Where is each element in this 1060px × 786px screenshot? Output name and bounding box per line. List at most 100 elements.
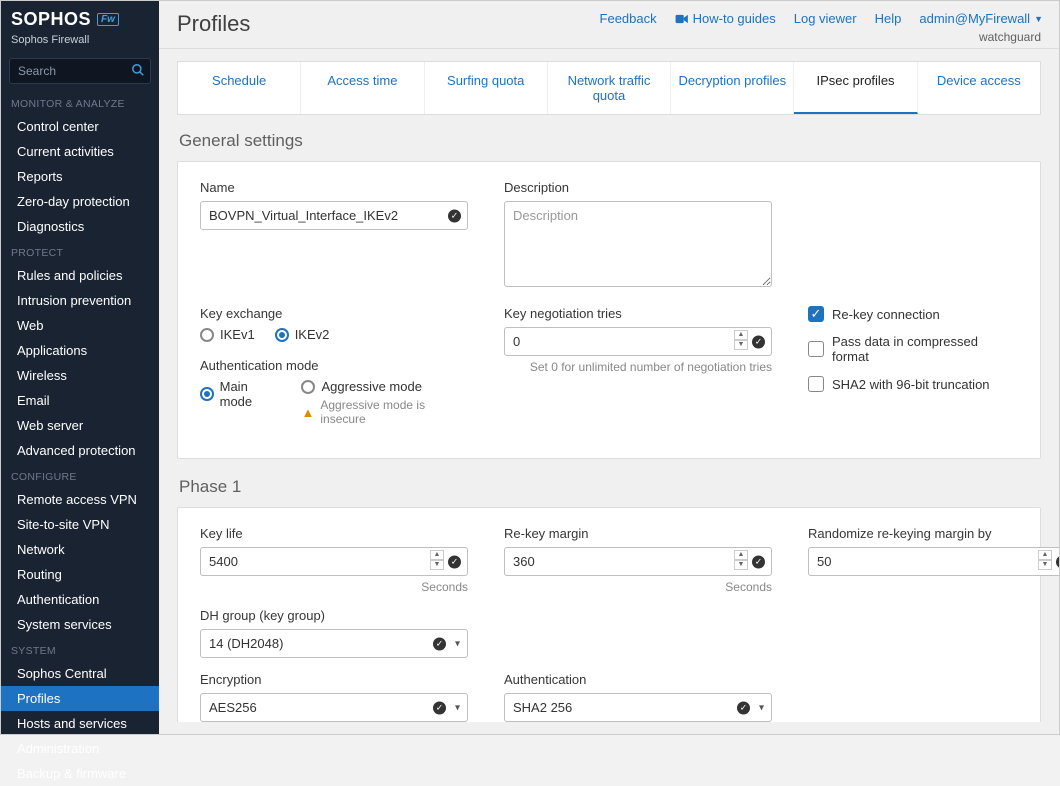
spinner[interactable]: ▲▼ [734, 550, 748, 570]
tab-ipsec-profiles[interactable]: IPsec profiles [794, 62, 917, 114]
radio-aggressive-mode[interactable]: Aggressive mode [301, 379, 468, 394]
search-input[interactable] [9, 58, 151, 84]
sidebar-item-remote-access-vpn[interactable]: Remote access VPN [1, 487, 159, 512]
check-icon: ✓ [448, 555, 461, 568]
main: Profiles Feedback How-to guides Log view… [159, 1, 1059, 734]
check-icon: ✓ [433, 701, 446, 714]
sidebar-item-advanced-protection[interactable]: Advanced protection [1, 438, 159, 463]
radio-icon [200, 328, 214, 342]
sidebar-item-diagnostics[interactable]: Diagnostics [1, 214, 159, 239]
tabs: ScheduleAccess timeSurfing quotaNetwork … [177, 61, 1041, 115]
key-neg-label: Key negotiation tries [504, 306, 772, 321]
nav-section-title: PROTECT [1, 239, 159, 263]
nav-section-title: CONFIGURE [1, 463, 159, 487]
sidebar-item-routing[interactable]: Routing [1, 562, 159, 587]
logo: SOPHOS Fw [1, 1, 159, 34]
description-label: Description [504, 180, 772, 195]
tab-decryption-profiles[interactable]: Decryption profiles [671, 62, 794, 114]
check-icon: ✓ [752, 335, 765, 348]
keylife-input[interactable] [200, 547, 468, 576]
auth-mode-label: Authentication mode [200, 358, 468, 373]
key-neg-hint: Set 0 for unlimited number of negotiatio… [504, 360, 772, 374]
tab-device-access[interactable]: Device access [918, 62, 1040, 114]
user-menu[interactable]: admin@MyFirewall ▼ [919, 11, 1043, 26]
tab-access-time[interactable]: Access time [301, 62, 424, 114]
sidebar-item-reports[interactable]: Reports [1, 164, 159, 189]
key-neg-input[interactable] [504, 327, 772, 356]
name-label: Name [200, 180, 468, 195]
page-title: Profiles [177, 11, 250, 37]
feedback-link[interactable]: Feedback [600, 11, 657, 26]
tab-network-traffic-quota[interactable]: Network traffic quota [548, 62, 671, 114]
sidebar-item-web-server[interactable]: Web server [1, 413, 159, 438]
sidebar-item-email[interactable]: Email [1, 388, 159, 413]
check-icon: ✓ [737, 701, 750, 714]
video-icon [675, 13, 689, 25]
radio-ikev2[interactable]: IKEv2 [275, 327, 330, 342]
search-icon[interactable] [131, 63, 145, 77]
sidebar-item-applications[interactable]: Applications [1, 338, 159, 363]
sidebar-item-zero-day-protection[interactable]: Zero-day protection [1, 189, 159, 214]
topbar: Profiles Feedback How-to guides Log view… [159, 1, 1059, 49]
checkbox-icon [808, 341, 824, 357]
enc-select[interactable] [200, 693, 468, 722]
name-input[interactable] [200, 201, 468, 230]
auth-select[interactable] [504, 693, 772, 722]
tab-surfing-quota[interactable]: Surfing quota [425, 62, 548, 114]
sidebar-item-rules-and-policies[interactable]: Rules and policies [1, 263, 159, 288]
sidebar-item-sophos-central[interactable]: Sophos Central [1, 661, 159, 686]
sidebar-item-network[interactable]: Network [1, 537, 159, 562]
sidebar-item-intrusion-prevention[interactable]: Intrusion prevention [1, 288, 159, 313]
sidebar-item-profiles[interactable]: Profiles [1, 686, 159, 711]
description-input[interactable] [504, 201, 772, 287]
rekey-margin-input[interactable] [504, 547, 772, 576]
random-label: Randomize re-keying margin by [808, 526, 1059, 541]
radio-icon [301, 380, 315, 394]
sidebar-item-system-services[interactable]: System services [1, 612, 159, 637]
howto-link[interactable]: How-to guides [675, 11, 776, 26]
spinner[interactable]: ▲▼ [430, 550, 444, 570]
key-exchange-label: Key exchange [200, 306, 468, 321]
nav-section-title: MONITOR & ANALYZE [1, 90, 159, 114]
spinner[interactable]: ▲▼ [1038, 550, 1052, 570]
radio-ikev1[interactable]: IKEv1 [200, 327, 255, 342]
brand-badge: Fw [97, 13, 119, 26]
sidebar-item-site-to-site-vpn[interactable]: Site-to-site VPN [1, 512, 159, 537]
check-icon: ✓ [752, 555, 765, 568]
help-link[interactable]: Help [875, 11, 902, 26]
sidebar-item-wireless[interactable]: Wireless [1, 363, 159, 388]
sidebar-item-control-center[interactable]: Control center [1, 114, 159, 139]
section-general-title: General settings [179, 131, 1041, 151]
tenant-name: watchguard [979, 30, 1043, 44]
checkbox-icon: ✓ [808, 306, 824, 322]
brand-subtitle: Sophos Firewall [1, 34, 159, 54]
sidebar-item-web[interactable]: Web [1, 313, 159, 338]
sidebar-item-hosts-and-services[interactable]: Hosts and services [1, 711, 159, 736]
dh-label: DH group (key group) [200, 608, 468, 623]
sidebar-item-backup-firmware[interactable]: Backup & firmware [1, 761, 159, 786]
rekey-margin-label: Re-key margin [504, 526, 772, 541]
section-phase1-title: Phase 1 [179, 477, 1041, 497]
chevron-down-icon: ▼ [1034, 14, 1043, 24]
warning-icon: ▲ [301, 405, 314, 420]
log-viewer-link[interactable]: Log viewer [794, 11, 857, 26]
check-icon: ✓ [448, 209, 461, 222]
radio-icon [275, 328, 289, 342]
aggressive-warning: Aggressive mode is insecure [320, 398, 468, 426]
radio-icon [200, 387, 214, 401]
keylife-unit: Seconds [200, 580, 468, 594]
sidebar-item-current-activities[interactable]: Current activities [1, 139, 159, 164]
dh-select[interactable] [200, 629, 468, 658]
random-input[interactable] [808, 547, 1059, 576]
checkbox-rekey[interactable]: ✓ Re-key connection [808, 306, 1018, 322]
spinner[interactable]: ▲▼ [734, 330, 748, 350]
sidebar-item-administration[interactable]: Administration [1, 736, 159, 761]
tab-schedule[interactable]: Schedule [178, 62, 301, 114]
checkbox-sha2-96[interactable]: SHA2 with 96-bit truncation [808, 376, 1018, 392]
random-unit: % [808, 580, 1059, 594]
radio-main-mode[interactable]: Main mode [200, 379, 281, 409]
panel-phase1: Key life ▲▼ ✓ Seconds Re-key margin ▲▼ [177, 507, 1041, 722]
sidebar-item-authentication[interactable]: Authentication [1, 587, 159, 612]
checkbox-compress[interactable]: Pass data in compressed format [808, 334, 1018, 364]
check-icon: ✓ [433, 637, 446, 650]
